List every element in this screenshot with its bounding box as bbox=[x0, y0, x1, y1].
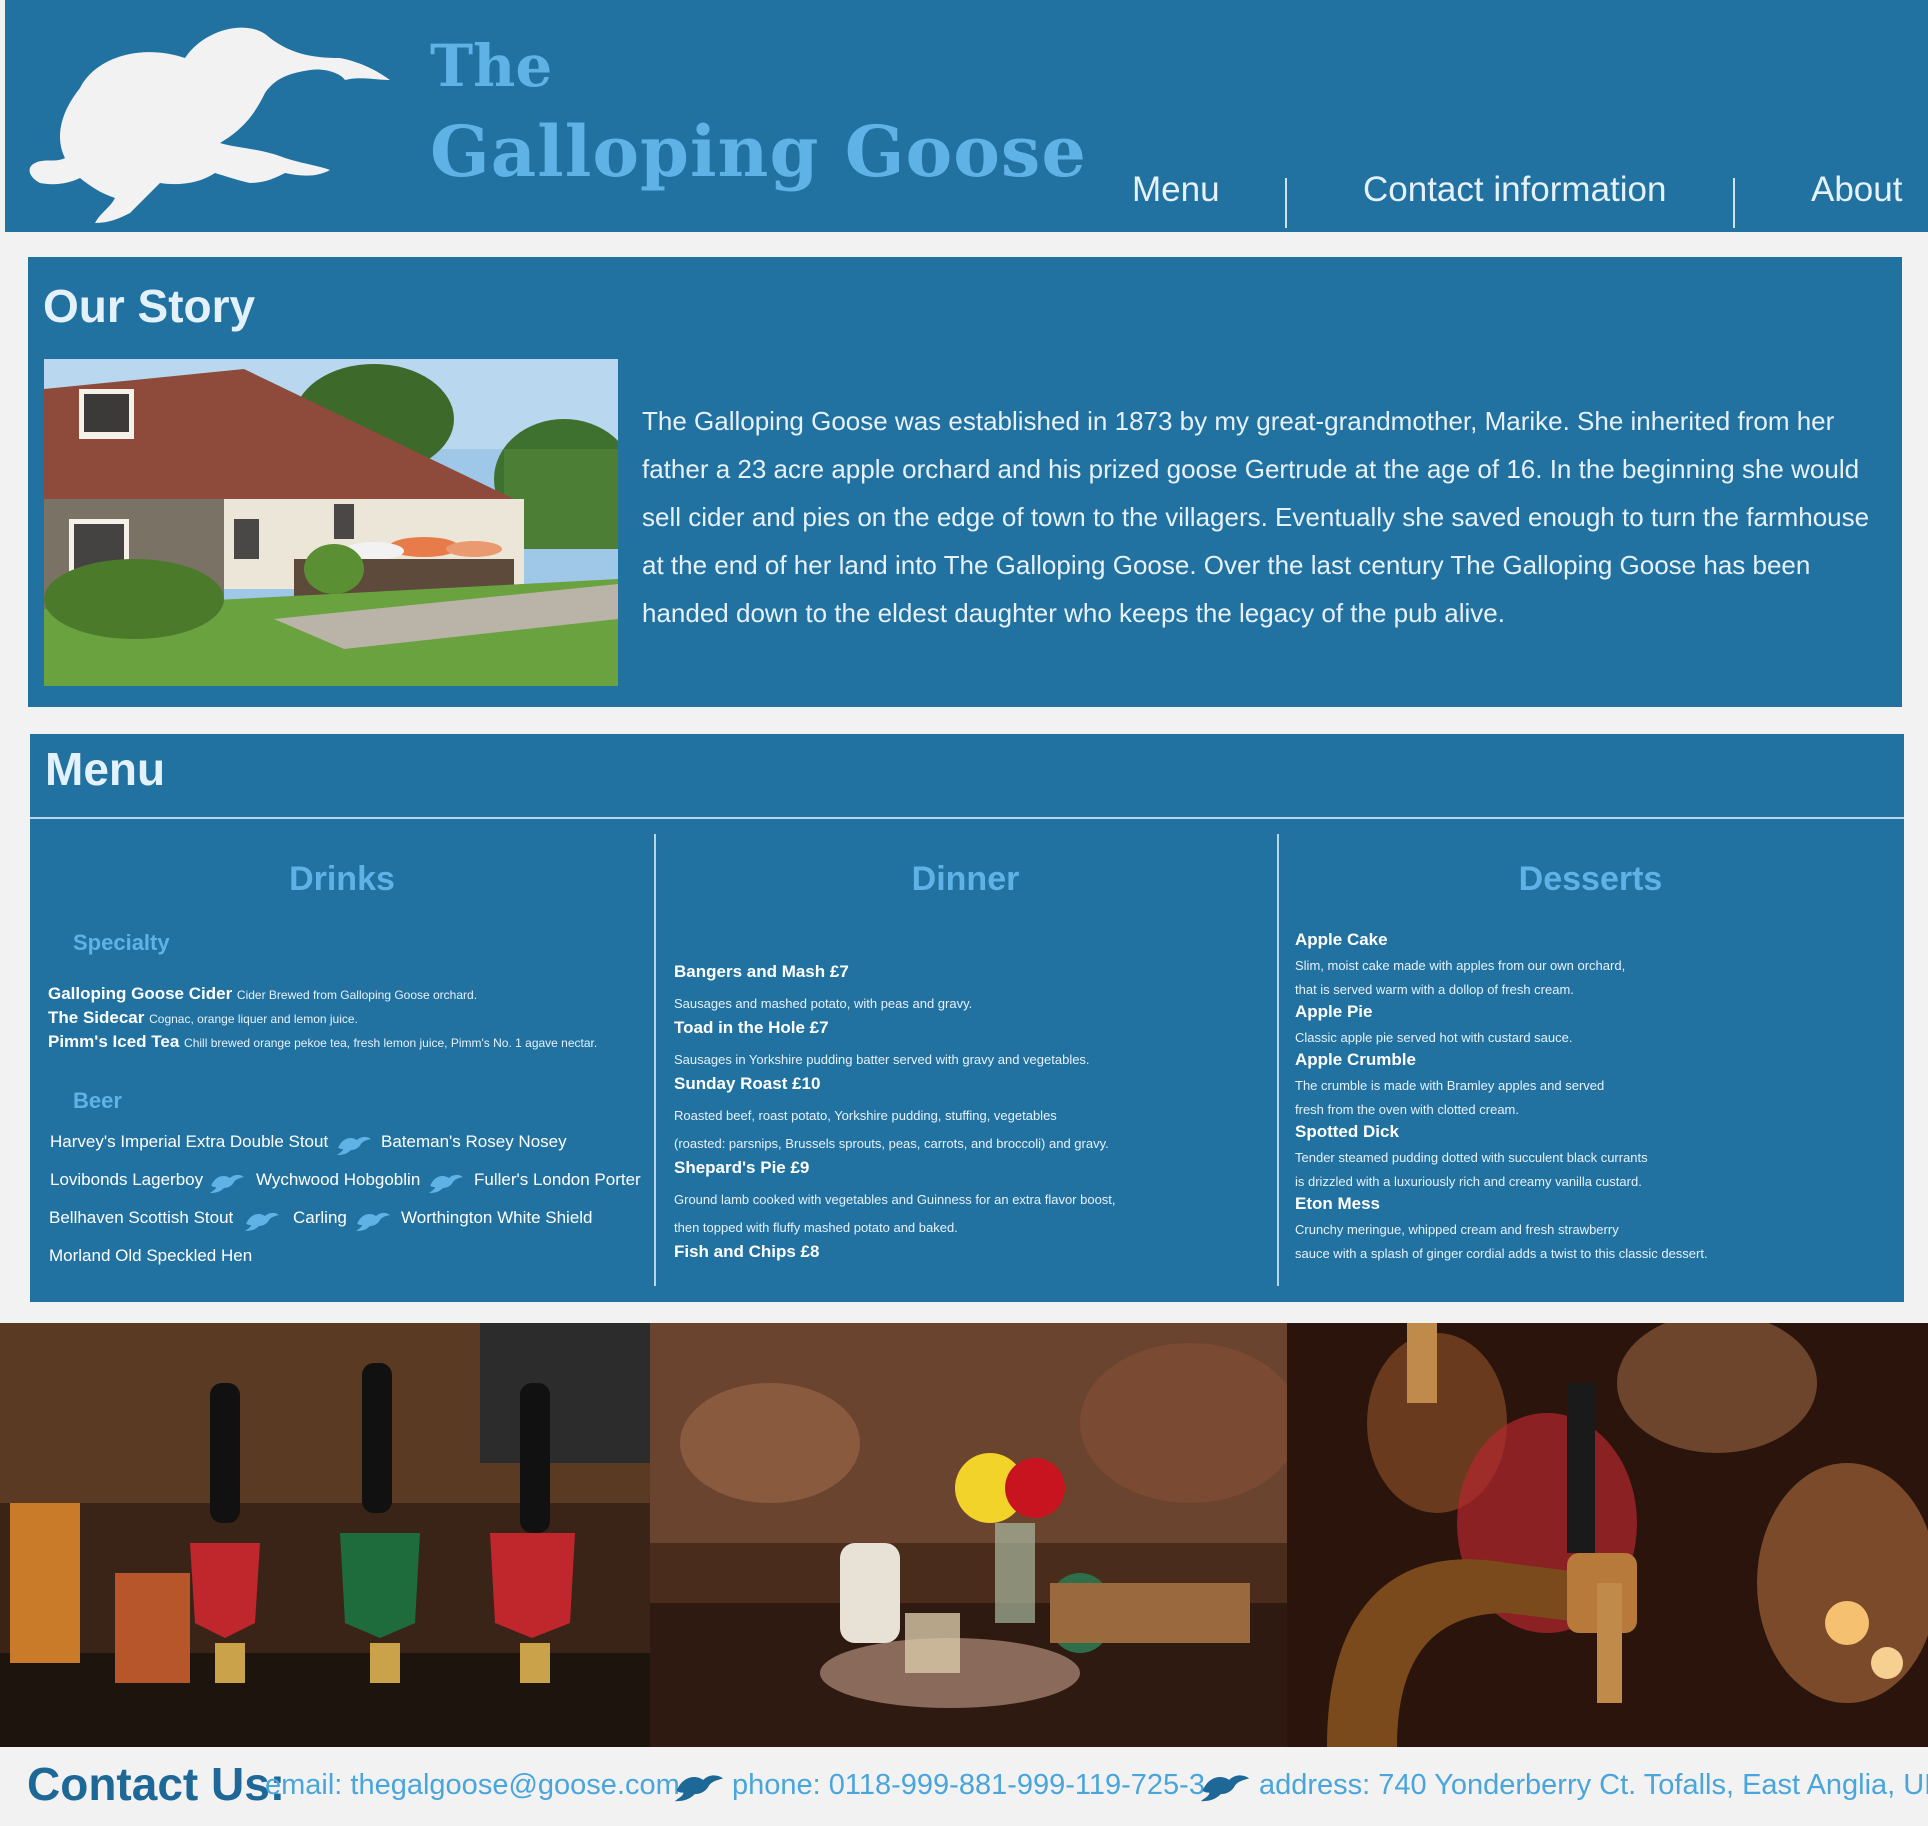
drinks-heading: Drinks bbox=[289, 860, 395, 898]
specialty-name: The Sidecar bbox=[48, 1008, 145, 1027]
beer-tap-closeup-photo bbox=[1287, 1323, 1928, 1747]
pub-exterior-illustration bbox=[44, 359, 618, 686]
dessert-item-desc: Crunchy meringue, whipped cream and fres… bbox=[1295, 1222, 1619, 1237]
dinner-item-desc: Sausages and mashed potato, with peas an… bbox=[674, 996, 973, 1011]
dinner-item-desc: then topped with fluffy mashed potato an… bbox=[674, 1220, 958, 1235]
specialty-item: Pimm's Iced Tea Chill brewed orange peko… bbox=[48, 1032, 597, 1052]
specialty-desc: Cognac, orange liquer and lemon juice. bbox=[149, 1012, 358, 1026]
beer-item: Bellhaven Scottish Stout bbox=[49, 1208, 234, 1227]
section-title: Our Story bbox=[43, 280, 256, 332]
nav-about[interactable]: About bbox=[1811, 170, 1902, 210]
photo-gallery bbox=[0, 1323, 1928, 1747]
section-title: Menu bbox=[45, 743, 166, 795]
site-title-line1: The bbox=[430, 32, 553, 100]
beer-item: Harvey's Imperial Extra Double Stout bbox=[50, 1132, 329, 1151]
site-header: The Galloping Goose Menu Contact informa… bbox=[5, 0, 1928, 232]
dessert-item-desc: Slim, moist cake made with apples from o… bbox=[1295, 958, 1626, 973]
dessert-item-name: Apple Cake bbox=[1295, 930, 1388, 949]
contact-email[interactable]: email: thegalgoose@goose.com bbox=[265, 1769, 680, 1802]
nav-menu[interactable]: Menu bbox=[1132, 170, 1220, 210]
dinner-item-desc: Roasted beef, roast potato, Yorkshire pu… bbox=[674, 1108, 1057, 1123]
dessert-item-desc: The crumble is made with Bramley apples … bbox=[1295, 1078, 1605, 1093]
story-paragraph: The Galloping Goose was established in 1… bbox=[642, 406, 1870, 628]
dinner-item-desc: (roasted: parsnips, Brussels sprouts, pe… bbox=[674, 1136, 1109, 1151]
beer-item: Fuller's London Porter bbox=[474, 1170, 641, 1189]
beer-heading: Beer bbox=[73, 1088, 122, 1113]
site-title: Galloping Goose bbox=[430, 110, 1087, 193]
beer-item: Morland Old Speckled Hen bbox=[49, 1246, 253, 1265]
dessert-item-name: Apple Pie bbox=[1295, 1002, 1373, 1021]
contact-address[interactable]: address: 740 Yonderberry Ct. Tofalls, Ea… bbox=[1259, 1769, 1928, 1802]
dessert-item-desc: fresh from the oven with clotted cream. bbox=[1295, 1102, 1519, 1117]
dinner-item-name: Fish and Chips £8 bbox=[674, 1242, 820, 1261]
beer-item: Lovibonds Lagerboy bbox=[50, 1170, 204, 1189]
goose-separator-icon bbox=[356, 1212, 390, 1231]
goose-separator-icon bbox=[429, 1174, 463, 1193]
specialty-desc: Cider Brewed from Galloping Goose orchar… bbox=[236, 988, 478, 1002]
dessert-item-name: Eton Mess bbox=[1295, 1194, 1381, 1213]
desserts-heading: Desserts bbox=[1518, 860, 1663, 898]
contact-title: Contact Us: bbox=[27, 1758, 286, 1810]
specialty-name: Galloping Goose Cider bbox=[48, 984, 233, 1003]
column-divider bbox=[654, 834, 656, 1286]
dinner-heading: Dinner bbox=[911, 860, 1020, 898]
nav-contact-information[interactable]: Contact information bbox=[1363, 170, 1666, 210]
dessert-item-desc: Classic apple pie served hot with custar… bbox=[1295, 1030, 1573, 1045]
dinner-item-name: Toad in the Hole £7 bbox=[674, 1018, 829, 1037]
our-story-section: Our Story The Galloping Goose was establ… bbox=[28, 257, 1902, 707]
dessert-item-name: Spotted Dick bbox=[1295, 1122, 1399, 1141]
dessert-item-name: Apple Crumble bbox=[1295, 1050, 1416, 1069]
goose-separator-icon bbox=[245, 1212, 279, 1231]
contact-phone[interactable]: phone: 0118-999-881-999-119-725-3 bbox=[732, 1769, 1205, 1802]
column-divider bbox=[1277, 834, 1279, 1286]
beer-tap-closeup-illustration bbox=[1287, 1323, 1928, 1747]
beer-item: Carling bbox=[293, 1208, 347, 1227]
dinner-item-name: Bangers and Mash £7 bbox=[674, 962, 849, 981]
specialty-desc: Chill brewed orange pekoe tea, fresh lem… bbox=[184, 1036, 598, 1050]
beer-taps-illustration bbox=[0, 1323, 650, 1747]
dessert-item-desc: is drizzled with a luxuriously rich and … bbox=[1295, 1174, 1642, 1189]
goose-separator-icon bbox=[1200, 1775, 1250, 1802]
specialty-name: Pimm's Iced Tea bbox=[48, 1032, 180, 1051]
dessert-item-desc: sauce with a splash of ginger cordial ad… bbox=[1295, 1246, 1708, 1261]
contact-bar: Contact Us: email: thegalgoose@goose.com… bbox=[0, 1747, 1928, 1826]
pub-exterior-photo bbox=[44, 359, 618, 686]
menu-section: Menu Drinks Specialty Galloping Goose Ci… bbox=[30, 734, 1904, 1302]
nav-divider bbox=[1285, 178, 1287, 228]
menu-divider bbox=[30, 817, 1904, 819]
goose-separator-icon bbox=[210, 1174, 244, 1193]
goose-separator-icon bbox=[674, 1775, 724, 1802]
beer-item: Wychwood Hobgoblin bbox=[256, 1170, 421, 1189]
dessert-item-desc: that is served warm with a dollop of fre… bbox=[1295, 982, 1574, 997]
dinner-item-name: Sunday Roast £10 bbox=[674, 1074, 821, 1093]
specialty-item: Galloping Goose Cider Cider Brewed from … bbox=[48, 984, 477, 1004]
goose-logo-icon[interactable] bbox=[20, 18, 400, 223]
pub-table-photo bbox=[650, 1323, 1287, 1747]
dinner-item-desc: Sausages in Yorkshire pudding batter ser… bbox=[674, 1052, 1090, 1067]
specialty-heading: Specialty bbox=[73, 930, 170, 955]
pub-table-illustration bbox=[650, 1323, 1287, 1747]
goose-separator-icon bbox=[337, 1136, 371, 1155]
beer-item: Worthington White Shield bbox=[401, 1208, 593, 1227]
dessert-item-desc: Tender steamed pudding dotted with succu… bbox=[1295, 1150, 1648, 1165]
specialty-item: The Sidecar Cognac, orange liquer and le… bbox=[48, 1008, 358, 1028]
dinner-item-name: Shepard's Pie £9 bbox=[674, 1158, 810, 1177]
beer-taps-photo bbox=[0, 1323, 650, 1747]
beer-item: Bateman's Rosey Nosey bbox=[381, 1132, 567, 1151]
dinner-item-desc: Ground lamb cooked with vegetables and G… bbox=[674, 1192, 1116, 1207]
nav-divider bbox=[1733, 178, 1735, 228]
